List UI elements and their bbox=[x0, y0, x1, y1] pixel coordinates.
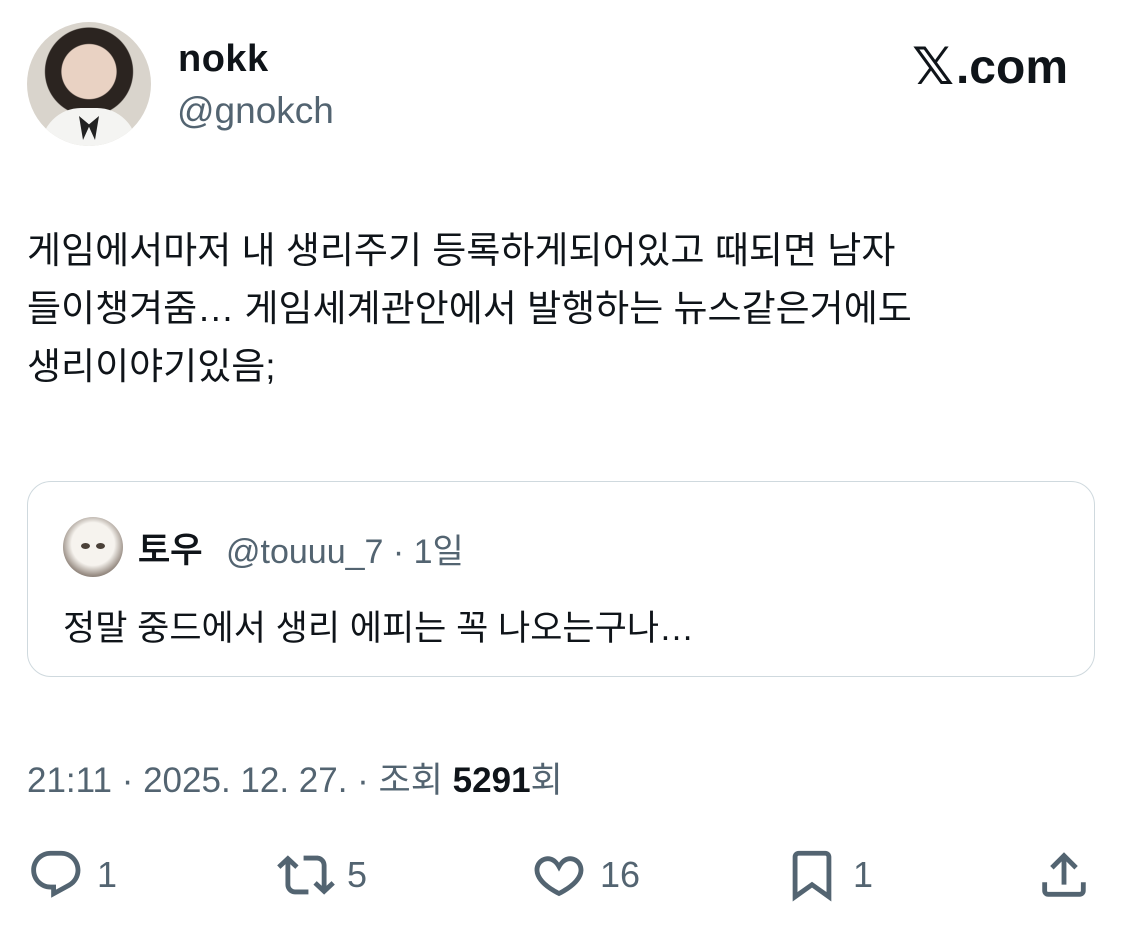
avatar-eye bbox=[96, 543, 105, 549]
tweet-text: 게임에서마저 내 생리주기 등록하게되어있고 때되면 남자 들이챙겨줌… 게임세… bbox=[27, 230, 912, 387]
brand-domain: .com bbox=[955, 40, 1068, 94]
quoted-tweet[interactable]: 토우 @touuu_7 · 1일 정말 중드에서 생리 에피는 꼭 나오는구나… bbox=[27, 481, 1095, 677]
bookmark-count: 1 bbox=[853, 854, 874, 895]
view-suffix: 회 bbox=[530, 761, 563, 800]
like-button[interactable]: 16 bbox=[530, 840, 640, 910]
bookmark-icon bbox=[792, 850, 832, 902]
quote-text: 정말 중드에서 생리 에피는 꼭 나오는구나… bbox=[63, 609, 695, 648]
view-count: 5291 bbox=[452, 761, 531, 800]
share-icon bbox=[1042, 852, 1086, 897]
author-avatar[interactable] bbox=[27, 22, 151, 146]
avatar-shirt bbox=[41, 108, 137, 146]
tweet-meta: 21:11 · 2025. 12. 27. · 조회 5291회 bbox=[27, 752, 563, 803]
like-count: 16 bbox=[600, 854, 641, 895]
share-button[interactable] bbox=[1035, 840, 1093, 910]
heart-icon bbox=[534, 856, 584, 897]
repost-button[interactable]: 5 bbox=[277, 840, 367, 910]
action-bar: 1 5 16 1 bbox=[0, 840, 1125, 910]
reply-count: 1 bbox=[97, 854, 118, 895]
x-logo: 𝕏 .com bbox=[912, 37, 1068, 97]
bookmark-button[interactable]: 1 bbox=[783, 840, 873, 910]
author-handle[interactable]: @gnokch bbox=[177, 90, 334, 132]
x-logo-icon: 𝕏 bbox=[912, 38, 954, 96]
repost-icon bbox=[277, 855, 335, 895]
author-name[interactable]: nokk bbox=[178, 38, 269, 81]
tweet-timestamp[interactable]: 21:11 · 2025. 12. 27. · 조회 bbox=[27, 761, 453, 800]
quote-avatar[interactable] bbox=[63, 517, 123, 577]
avatar-eye bbox=[81, 543, 90, 549]
reply-button[interactable]: 1 bbox=[27, 840, 117, 910]
quote-meta: @touuu_7 · 1일 bbox=[226, 533, 464, 571]
quote-author-name[interactable]: 토우 bbox=[138, 522, 202, 573]
reply-icon bbox=[31, 850, 81, 898]
repost-count: 5 bbox=[347, 854, 368, 895]
